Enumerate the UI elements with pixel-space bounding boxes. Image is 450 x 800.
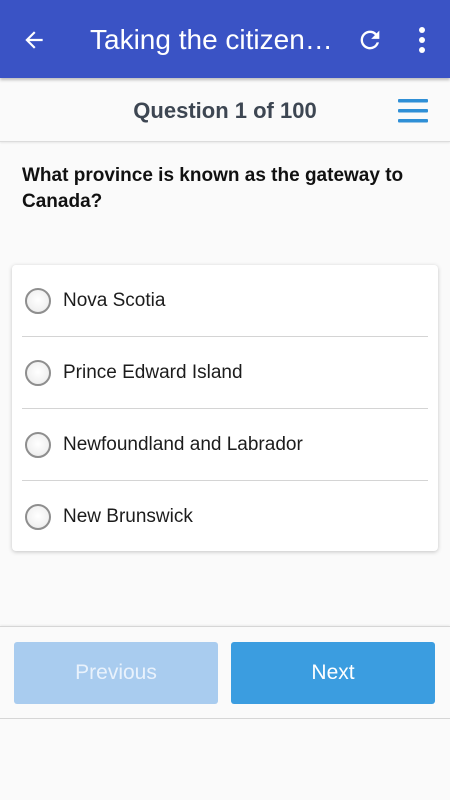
arrow-left-icon xyxy=(25,31,43,49)
refresh-button[interactable] xyxy=(352,22,388,58)
refresh-icon xyxy=(360,30,380,50)
app-title: Taking the citizensh… xyxy=(90,24,336,55)
option-label: Newfoundland and Labrador xyxy=(63,433,303,455)
navigation-bar: Previous Next xyxy=(0,626,450,719)
question-counter: Question 1 of 100 xyxy=(133,98,317,123)
option-label: Prince Edward Island xyxy=(63,361,243,383)
answer-options: Nova Scotia Prince Edward Island Newfoun… xyxy=(12,265,438,551)
question-text: What province is known as the gateway to… xyxy=(22,165,404,212)
answer-option[interactable]: Nova Scotia xyxy=(22,265,428,337)
radio-button[interactable] xyxy=(25,287,51,314)
next-button[interactable]: Next xyxy=(231,642,435,704)
radio-button[interactable] xyxy=(25,359,51,386)
more-vertical-icon xyxy=(419,27,425,53)
radio-button[interactable] xyxy=(25,431,51,458)
question-list-button[interactable] xyxy=(396,94,430,128)
answer-option[interactable]: Prince Edward Island xyxy=(22,337,428,409)
hamburger-menu-icon xyxy=(398,99,428,123)
more-options-button[interactable] xyxy=(406,22,438,58)
answer-option[interactable]: Newfoundland and Labrador xyxy=(22,409,428,481)
previous-button[interactable]: Previous xyxy=(14,642,218,704)
footer-area xyxy=(0,720,450,800)
answer-option[interactable]: New Brunswick xyxy=(22,481,428,553)
option-label: New Brunswick xyxy=(63,506,193,527)
app-bar: Taking the citizensh… xyxy=(0,0,450,78)
question-header: Question 1 of 100 xyxy=(0,78,450,142)
option-label: Nova Scotia xyxy=(63,289,166,311)
back-button[interactable] xyxy=(16,22,52,58)
radio-button[interactable] xyxy=(25,504,51,530)
